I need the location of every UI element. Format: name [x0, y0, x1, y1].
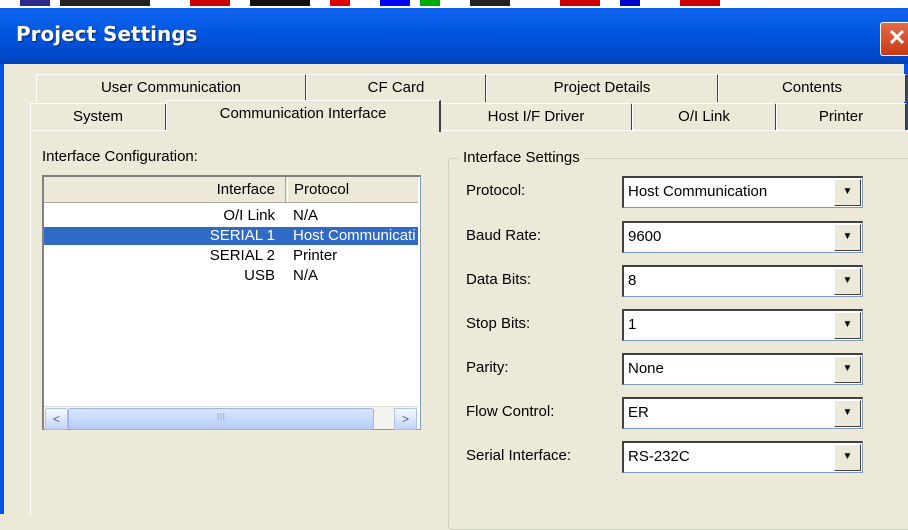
tab-cf-card[interactable]: CF Card	[306, 74, 487, 102]
title-bar[interactable]: Project Settings ✕	[0, 8, 908, 64]
tab-user-communication[interactable]: User Communication	[36, 74, 307, 102]
list-header: Interface Protocol	[44, 177, 418, 203]
list-row-serial-2[interactable]: SERIAL 2 Printer	[44, 247, 418, 265]
interface-list[interactable]: Interface Protocol O/I Link N/A SERIAL 1…	[42, 175, 421, 430]
tab-system[interactable]: System	[30, 103, 167, 131]
baud-rate-select[interactable]: 9600 ▼	[622, 221, 863, 253]
tab-printer[interactable]: Printer	[776, 103, 907, 131]
serial-interface-value: RS-232C	[628, 448, 690, 465]
dropdown-arrow-icon[interactable]: ▼	[834, 400, 861, 427]
data-bits-label: Data Bits:	[466, 271, 532, 288]
row-protocol: Host Communicati	[293, 227, 418, 245]
scroll-thumb[interactable]: III	[68, 408, 374, 430]
row-interface: SERIAL 1	[44, 227, 275, 245]
scroll-left-button[interactable]: <	[45, 408, 68, 430]
close-button[interactable]: ✕	[880, 22, 908, 56]
window-title: Project Settings	[16, 22, 198, 46]
parity-select[interactable]: None ▼	[622, 353, 863, 385]
dropdown-arrow-icon[interactable]: ▼	[834, 312, 861, 339]
row-protocol: N/A	[293, 207, 319, 224]
tab-project-details[interactable]: Project Details	[486, 74, 719, 102]
interface-settings-group: Interface Settings	[448, 149, 908, 530]
flow-control-select[interactable]: ER ▼	[622, 397, 863, 429]
protocol-value: Host Communication	[628, 183, 768, 200]
data-bits-select[interactable]: 8 ▼	[622, 265, 863, 297]
parity-label: Parity:	[466, 359, 509, 376]
protocol-select[interactable]: Host Communication ▼	[622, 176, 863, 208]
baud-rate-value: 9600	[628, 228, 662, 245]
dropdown-arrow-icon[interactable]: ▼	[834, 268, 861, 295]
column-header-protocol[interactable]: Protocol	[287, 177, 425, 202]
desktop-strip	[0, 0, 908, 8]
dropdown-arrow-icon[interactable]: ▼	[834, 179, 861, 206]
serial-interface-select[interactable]: RS-232C ▼	[622, 441, 863, 473]
row-interface: SERIAL 2	[209, 247, 275, 264]
data-bits-value: 8	[628, 272, 637, 289]
flow-control-value: ER	[628, 404, 649, 421]
tab-oi-link[interactable]: O/I Link	[632, 103, 777, 131]
tab-communication-interface[interactable]: Communication Interface	[166, 100, 441, 132]
dropdown-arrow-icon[interactable]: ▼	[834, 444, 861, 471]
interface-settings-legend: Interface Settings	[459, 149, 584, 166]
row-interface: USB	[244, 267, 275, 284]
list-row-oi-link[interactable]: O/I Link N/A	[44, 207, 418, 225]
flow-control-label: Flow Control:	[466, 403, 555, 420]
stop-bits-select[interactable]: 1 ▼	[622, 309, 863, 341]
stop-bits-label: Stop Bits:	[466, 315, 531, 332]
interface-configuration-label: Interface Configuration:	[42, 148, 198, 165]
scroll-right-button[interactable]: >	[394, 408, 417, 430]
row-protocol: N/A	[293, 267, 319, 284]
list-row-usb[interactable]: USB N/A	[44, 267, 418, 285]
dropdown-arrow-icon[interactable]: ▼	[834, 356, 861, 383]
column-header-interface[interactable]: Interface	[44, 177, 286, 202]
row-protocol: Printer	[293, 247, 338, 264]
baud-rate-label: Baud Rate:	[466, 227, 542, 244]
row-interface: O/I Link	[223, 207, 275, 224]
serial-interface-label: Serial Interface:	[466, 447, 572, 464]
protocol-label: Protocol:	[466, 182, 526, 199]
tab-host-if-driver[interactable]: Host I/F Driver	[440, 103, 633, 131]
stop-bits-value: 1	[628, 316, 637, 333]
dropdown-arrow-icon[interactable]: ▼	[834, 224, 861, 251]
parity-value: None	[628, 360, 664, 377]
list-row-serial-1[interactable]: SERIAL 1 Host Communicati	[44, 227, 418, 245]
dialog-left-border	[0, 64, 4, 514]
horizontal-scrollbar[interactable]: < III >	[44, 406, 418, 430]
tab-contents[interactable]: Contents	[718, 74, 907, 102]
